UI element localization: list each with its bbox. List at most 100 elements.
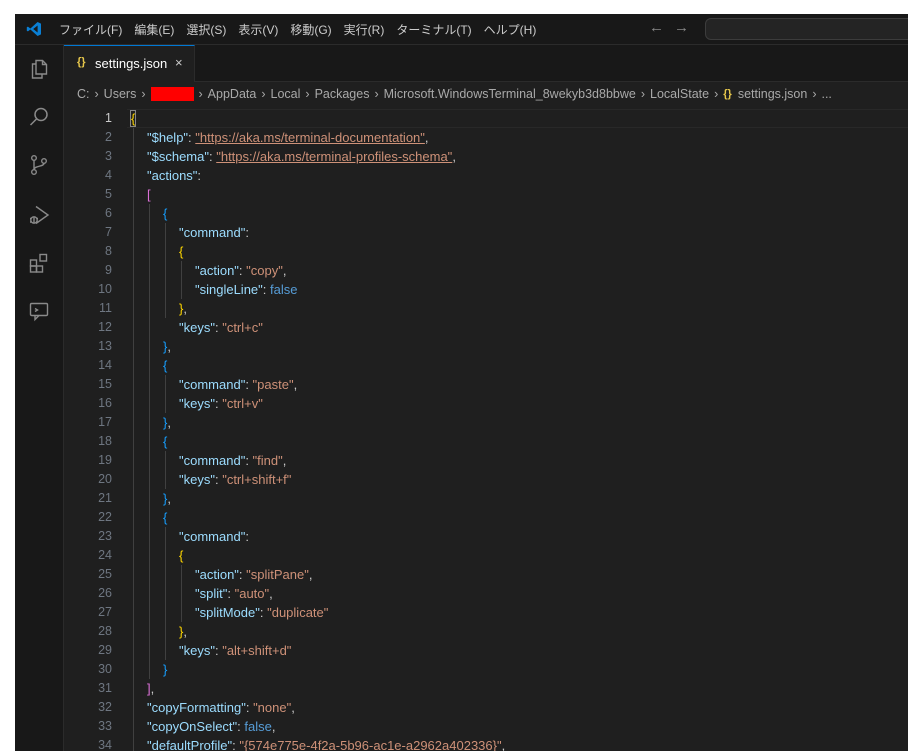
code-line: "actions":	[147, 168, 202, 183]
json-key: "actions"	[147, 168, 198, 183]
menu-go[interactable]: 移動(G)	[290, 21, 331, 38]
breadcrumb-item[interactable]: Microsoft.WindowsTerminal_8wekyb3d8bbwe	[384, 87, 636, 101]
code-line: "command": "find",	[179, 453, 287, 468]
line-number: 25	[98, 567, 112, 581]
line-number: 30	[98, 662, 112, 676]
json-string: "{574e775e-4f2a-5b96-ac1e-a2962a402336}"	[239, 738, 502, 751]
line-number: 9	[105, 263, 112, 277]
run-debug-icon[interactable]	[27, 203, 51, 227]
breadcrumb-item[interactable]: C:	[77, 87, 90, 101]
json-brace: {	[163, 510, 168, 525]
json-key: "command"	[179, 377, 246, 392]
line-number: 2	[105, 130, 112, 144]
json-brace: {	[163, 358, 168, 373]
code-line: {	[163, 204, 167, 223]
breadcrumb-item[interactable]: Users	[104, 87, 137, 101]
indent-guide	[181, 565, 182, 622]
forward-arrow-icon[interactable]: →	[674, 19, 689, 36]
menu-help[interactable]: ヘルプ(H)	[484, 21, 537, 38]
code-line: "keys": "ctrl+c"	[179, 320, 263, 335]
chevron-right-icon: ›	[305, 87, 310, 101]
line-number: 3	[105, 149, 112, 163]
code-line: {	[179, 546, 183, 565]
breadcrumb-item[interactable]: Packages	[315, 87, 370, 101]
code-editor[interactable]: 1 2 3 4 5 6 7 8 9 10 11 12 13 14 15 16 1…	[64, 105, 908, 751]
json-brace: }	[163, 662, 168, 677]
json-key: "copyOnSelect"	[147, 719, 238, 734]
json-key: "action"	[195, 263, 239, 278]
remote-explorer-icon[interactable]	[27, 299, 51, 323]
explorer-icon[interactable]	[27, 57, 51, 81]
menu-edit[interactable]: 編集(E)	[134, 21, 174, 38]
menu-view[interactable]: 表示(V)	[238, 21, 278, 38]
json-key: "keys"	[179, 472, 215, 487]
current-line-highlight	[127, 109, 908, 128]
indent-guide	[165, 527, 166, 660]
json-key: "defaultProfile"	[147, 738, 233, 751]
editor-tab-bar: {} settings.json ×	[64, 45, 908, 82]
json-key: "command"	[179, 529, 246, 544]
breadcrumb-file[interactable]: settings.json	[738, 87, 807, 101]
line-number: 28	[98, 624, 112, 638]
code-line: "split": "auto",	[195, 586, 273, 601]
breadcrumb-item[interactable]: LocalState	[650, 87, 709, 101]
vscode-logo-icon	[26, 22, 41, 36]
line-number: 15	[98, 377, 112, 391]
code-line: "keys": "ctrl+shift+f"	[179, 472, 292, 487]
chevron-right-icon: ›	[714, 87, 719, 101]
json-string: "none"	[253, 700, 292, 715]
code-line: "splitMode": "duplicate"	[195, 605, 329, 620]
json-key: "$help"	[147, 130, 189, 145]
chevron-right-icon: ›	[141, 87, 146, 101]
json-link[interactable]: "https://aka.ms/terminal-profiles-schema…	[216, 149, 452, 164]
json-brace: {	[129, 110, 137, 127]
command-center-search[interactable]	[705, 18, 908, 40]
line-number: 29	[98, 643, 112, 657]
indent-guide	[165, 451, 166, 489]
json-link[interactable]: "https://aka.ms/terminal-documentation"	[195, 130, 425, 145]
activity-bar	[15, 45, 64, 751]
breadcrumb-item[interactable]: AppData	[208, 87, 257, 101]
line-number: 10	[98, 282, 112, 296]
line-number: 31	[98, 681, 112, 695]
json-key: "splitMode"	[195, 605, 260, 620]
code-line: "copyOnSelect": false,	[147, 719, 276, 734]
extensions-icon[interactable]	[27, 251, 51, 275]
breadcrumb-more[interactable]: ...	[821, 87, 831, 101]
code-line: "action": "copy",	[195, 263, 287, 278]
indent-guide	[133, 128, 134, 751]
menu-terminal[interactable]: ターミナル(T)	[396, 21, 471, 38]
menu-selection[interactable]: 選択(S)	[186, 21, 226, 38]
tab-settings-json[interactable]: {} settings.json ×	[64, 45, 195, 82]
code-line: "action": "splitPane",	[195, 567, 313, 582]
code-line: "keys": "alt+shift+d"	[179, 643, 292, 658]
menu-file[interactable]: ファイル(F)	[59, 21, 122, 38]
code-line: "command": "paste",	[179, 377, 298, 392]
json-bracket: [	[147, 187, 151, 202]
json-key: "keys"	[179, 396, 215, 411]
code-line: {	[163, 356, 167, 375]
line-number: 32	[98, 700, 112, 714]
code-content[interactable]: { "$help": "https://aka.ms/terminal-docu…	[127, 105, 908, 751]
line-number: 12	[98, 320, 112, 334]
json-string: "ctrl+v"	[222, 396, 263, 411]
json-string: "splitPane"	[246, 567, 309, 582]
code-line: {	[163, 508, 167, 527]
indent-guide	[181, 261, 182, 299]
breadcrumb-item[interactable]: Local	[271, 87, 301, 101]
search-icon[interactable]	[27, 105, 51, 129]
chevron-right-icon: ›	[374, 87, 379, 101]
json-string: "ctrl+shift+f"	[222, 472, 292, 487]
line-number: 6	[105, 206, 112, 220]
menu-run[interactable]: 実行(R)	[344, 21, 385, 38]
json-key: "copyFormatting"	[147, 700, 246, 715]
line-number: 16	[98, 396, 112, 410]
vscode-window: ファイル(F) 編集(E) 選択(S) 表示(V) 移動(G) 実行(R) ター…	[15, 14, 908, 751]
tab-label: settings.json	[95, 56, 168, 71]
json-key: "$schema"	[147, 149, 209, 164]
json-file-icon: {}	[723, 88, 732, 100]
back-arrow-icon[interactable]: ←	[649, 19, 664, 36]
close-icon[interactable]: ×	[175, 55, 183, 70]
source-control-icon[interactable]	[27, 153, 51, 177]
indent-guide	[165, 223, 166, 318]
